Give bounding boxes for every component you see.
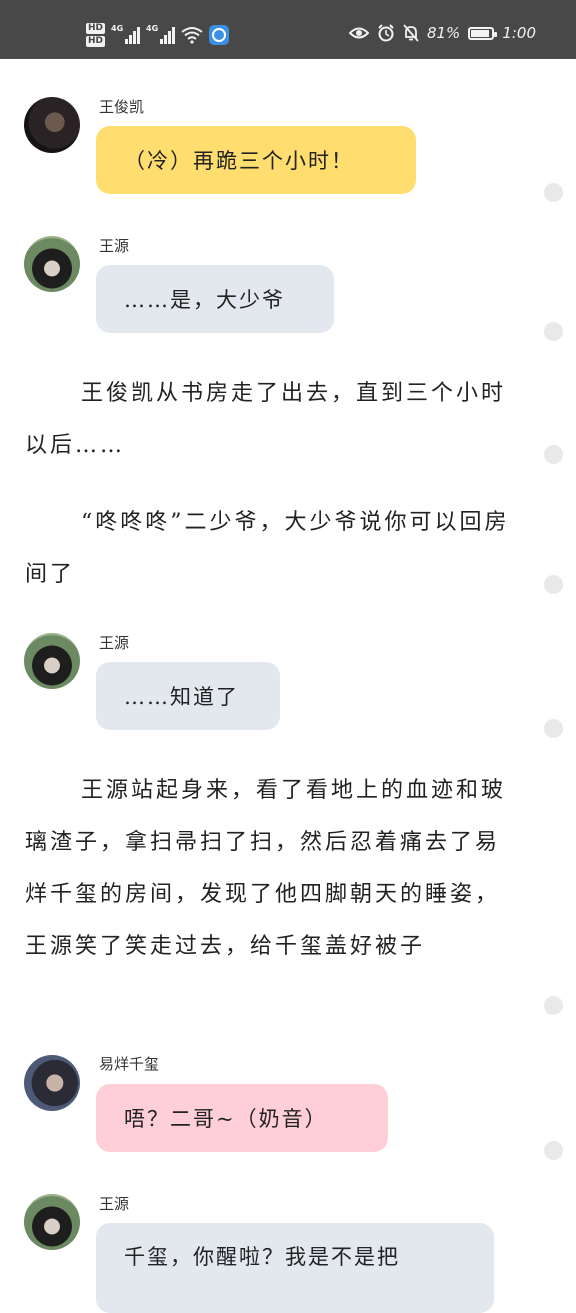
speaker-name: 王源 (99, 634, 130, 652)
avatar[interactable] (24, 236, 80, 292)
avatar[interactable] (24, 97, 80, 153)
battery-fill (471, 29, 490, 37)
chat-bubble[interactable]: ……知道了 (96, 662, 280, 730)
hd-badge-1: HD (86, 23, 106, 34)
chat-bubble[interactable]: 唔？二哥~（奶音） (96, 1084, 388, 1152)
reply-dot[interactable] (544, 445, 563, 464)
battery-icon (468, 26, 498, 40)
speaker-name: 王源 (99, 1195, 130, 1213)
app-notification-icon (209, 25, 230, 45)
narration-text: 王俊凯从书房走了出去，直到三个小时以后…… (25, 381, 507, 458)
reply-dot[interactable] (544, 1141, 563, 1160)
net-type-1: 4G (111, 24, 124, 33)
avatar[interactable] (24, 633, 80, 689)
avatar[interactable] (24, 1194, 80, 1250)
chat-bubble[interactable]: ……是，大少爷 (96, 265, 334, 333)
net-type-2: 4G (146, 24, 159, 33)
reply-dot[interactable] (544, 996, 563, 1015)
mute-bell-icon (403, 24, 419, 42)
speaker-name: 易烊千玺 (99, 1055, 160, 1073)
reply-dot[interactable] (544, 719, 563, 738)
reply-dot[interactable] (544, 575, 563, 594)
battery-percent: 81% (426, 24, 461, 42)
hd-badge-2: HD (86, 36, 106, 47)
avatar[interactable] (24, 1055, 80, 1111)
eye-icon (348, 27, 369, 39)
speaker-name: 王源 (99, 237, 130, 255)
hd-indicators: HD HD (86, 23, 106, 47)
signal-2-icon: 4G (146, 24, 176, 44)
speaker-name: 王俊凯 (99, 98, 145, 116)
wifi-icon (181, 27, 203, 44)
narration-text: “咚咚咚”二少爷，大少爷说你可以回房间了 (25, 510, 510, 587)
status-right: 81% 1:00 (348, 24, 536, 42)
reply-dot[interactable] (544, 183, 563, 202)
chat-bubble[interactable]: 千玺，你醒啦？我是不是把 (96, 1223, 494, 1313)
status-left: HD HD 4G 4G (86, 17, 230, 53)
clock: 1:00 (502, 24, 536, 42)
chat-bubble[interactable]: （冷）再跪三个小时！ (96, 126, 416, 194)
status-bar: HD HD 4G 4G 81% 1:00 (0, 0, 576, 59)
alarm-icon (378, 24, 394, 42)
reply-dot[interactable] (544, 322, 563, 341)
signal-1-icon: 4G (111, 24, 141, 44)
narration-text: 王源站起身来，看了看地上的血迹和玻璃渣子，拿扫帚扫了扫，然后忍着痛去了易烊千玺的… (25, 778, 507, 959)
